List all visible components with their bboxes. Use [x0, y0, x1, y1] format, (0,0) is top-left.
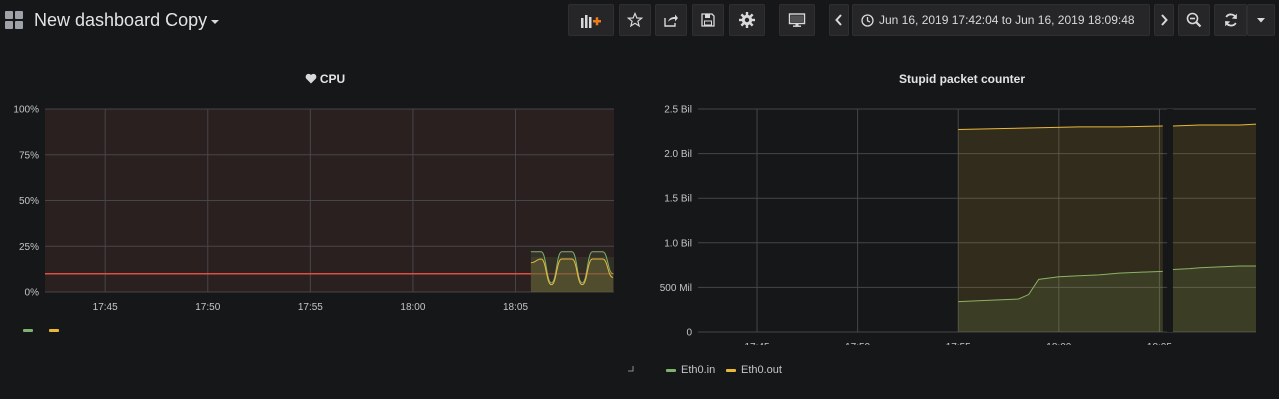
y-tick-label: 2.0 Bil: [664, 149, 692, 160]
cpu-legend-swatch-yellow[interactable]: [49, 329, 59, 332]
legend-label-eth0-out[interactable]: Eth0.out: [741, 364, 782, 376]
packet-counter-chart[interactable]: 0 500 Mil 1.0 Bil 1.5 Bil 2.0 Bil 2.5 Bil 17:4…: [642, 100, 1272, 345]
y-tick-label: 0%: [25, 288, 40, 299]
time-forward-button[interactable]: [1154, 4, 1174, 36]
y-tick-label: 1.5 Bil: [664, 194, 692, 205]
refresh-button[interactable]: [1214, 4, 1247, 36]
panel-title-cpu[interactable]: CPU: [0, 72, 650, 86]
dashboard-title[interactable]: New dashboard Copy: [34, 10, 207, 30]
series-area: [530, 259, 613, 292]
monitor-icon: [788, 13, 806, 27]
x-tick-label: 17:55: [946, 342, 971, 345]
time-range-picker[interactable]: Jun 16, 2019 17:42:04 to Jun 16, 2019 18…: [852, 4, 1150, 36]
x-tick-label: 17:50: [195, 302, 220, 313]
save-button[interactable]: [692, 4, 724, 36]
y-tick-label: 2.5 Bil: [664, 105, 692, 116]
dashboard-grid-icon[interactable]: [5, 11, 23, 29]
refresh-interval-button[interactable]: [1247, 4, 1275, 36]
y-tick-label: 100%: [13, 105, 39, 116]
time-back-button[interactable]: [829, 4, 849, 36]
add-panel-icon: [581, 15, 601, 28]
x-tick-label: 18:05: [503, 302, 528, 313]
resize-handle-icon[interactable]: [628, 366, 634, 372]
cpu-legend-swatch-green[interactable]: [23, 329, 33, 332]
tv-mode-button[interactable]: [779, 4, 815, 36]
top-navbar: New dashboard Copy Jun 16, 2019 17:42:04…: [0, 0, 1279, 40]
save-icon: [701, 13, 715, 27]
series-area: [1172, 124, 1256, 332]
x-tick-label: 17:55: [298, 302, 323, 313]
zoom-out-button[interactable]: [1178, 4, 1210, 36]
clock-icon: [861, 13, 874, 27]
y-tick-label: 500 Mil: [660, 283, 692, 294]
share-icon: [664, 14, 678, 27]
series-area: [958, 125, 1163, 332]
x-tick-label: 17:50: [845, 342, 870, 345]
legend-label-eth0-in[interactable]: Eth0.in: [681, 364, 715, 376]
chevron-down-icon[interactable]: [211, 20, 219, 24]
zoom-out-icon: [1186, 12, 1202, 28]
y-tick-label: 1.0 Bil: [664, 238, 692, 249]
cpu-title-label: CPU: [319, 72, 346, 86]
x-tick-label: 17:45: [745, 342, 770, 345]
chevron-left-icon: [835, 14, 842, 26]
legend-swatch-eth0-in[interactable]: [666, 369, 676, 372]
share-button[interactable]: [655, 4, 687, 36]
gear-icon: [739, 12, 755, 28]
heart-icon: [305, 73, 317, 84]
time-range-label: Jun 16, 2019 17:42:04 to Jun 16, 2019 18…: [879, 13, 1135, 27]
refresh-icon: [1224, 13, 1237, 27]
y-tick-label: 0: [686, 328, 692, 339]
add-panel-button[interactable]: [568, 4, 614, 36]
chevron-down-icon: [1257, 18, 1265, 23]
y-tick-label: 75%: [19, 150, 39, 161]
cpu-chart[interactable]: 0% 25% 50% 75% 100% 17:45 17:50 17:55 18:00 18:05: [0, 100, 630, 340]
data-gap: [1167, 109, 1173, 332]
star-icon: [627, 12, 643, 28]
y-tick-label: 25%: [19, 242, 39, 253]
x-tick-label: 17:45: [93, 302, 118, 313]
star-button[interactable]: [619, 4, 651, 36]
legend-swatch-eth0-out[interactable]: [726, 369, 736, 372]
x-tick-label: 18:05: [1147, 342, 1172, 345]
settings-button[interactable]: [729, 4, 765, 36]
y-tick-label: 50%: [19, 196, 39, 207]
x-tick-label: 18:00: [1046, 342, 1071, 345]
panel-title-packets[interactable]: Stupid packet counter: [642, 72, 1279, 86]
chevron-right-icon: [1161, 14, 1168, 26]
x-tick-label: 18:00: [400, 302, 425, 313]
